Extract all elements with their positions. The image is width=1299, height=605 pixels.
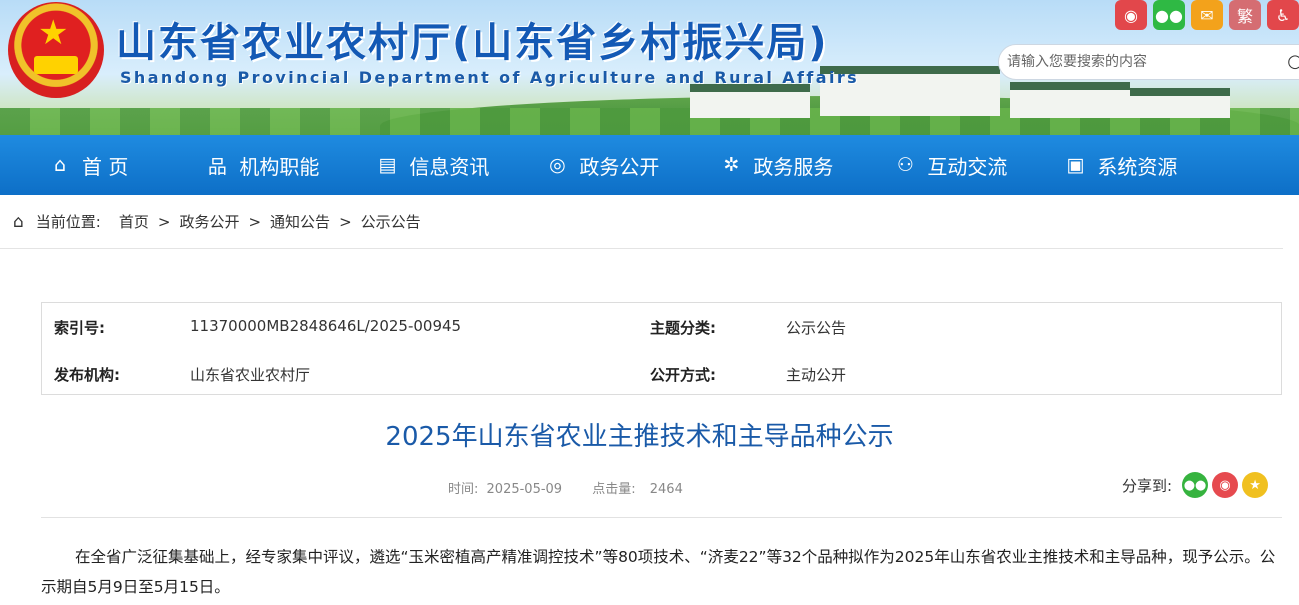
nav-item-resources[interactable]: ▣ 系统资源 [1063,135,1177,195]
disclosure-mode-label: 公开方式: [650,366,716,384]
search-box: ○ [998,44,1299,80]
share-label: 分享到: [1122,476,1173,495]
nav-label: 系统资源 [1097,154,1178,179]
document-meta-table: 索引号: 11370000MB2848646L/2025-00945 主题分类:… [41,302,1282,395]
wechat-icon[interactable]: ●● [1153,0,1185,30]
disclosure-icon: ◎ [549,154,566,176]
accessibility-icon[interactable]: ♿ [1267,0,1299,30]
banner-building [1010,82,1130,118]
header-banner: ★ 山东省农业农村厅(山东省乡村振兴局) Shandong Provincial… [0,0,1299,135]
topic-value: 公示公告 [786,319,847,337]
site-title[interactable]: 山东省农业农村厅(山东省乡村振兴局) [116,10,829,68]
news-icon: ▤ [378,154,397,176]
nav-item-home[interactable]: ⌂ 首 页 [48,135,128,195]
banner-building [690,84,810,118]
breadcrumb-announcements[interactable]: 公示公告 [361,211,421,232]
favorite-star-icon[interactable]: ★ [1242,472,1269,498]
nav-label: 首 页 [82,154,129,179]
nav-item-services[interactable]: ✲ 政务服务 [719,135,833,195]
publisher-value: 山东省农业农村厅 [190,366,311,384]
weibo-icon[interactable]: ◉ [1115,0,1147,30]
publisher-label: 发布机构: [54,366,120,384]
nav-item-organization[interactable]: 品 机构职能 [205,135,320,195]
national-emblem-icon: ★ [8,2,104,98]
wechat-icon[interactable]: ●● [1182,472,1209,498]
nav-item-interaction[interactable]: ⚇ 互动交流 [893,135,1008,195]
nav-item-news[interactable]: ▤ 信息资讯 [375,135,489,195]
mail-icon[interactable]: ✉ [1191,0,1223,30]
nav-label: 互动交流 [927,154,1008,179]
nav-label: 信息资讯 [409,154,490,179]
traditional-chinese-button[interactable]: 繁 [1229,0,1261,30]
breadcrumb-public-affairs[interactable]: 政务公开 [179,211,239,232]
services-icon: ✲ [723,154,740,176]
breadcrumb-home[interactable]: 首页 [119,211,149,232]
resources-icon: ▣ [1066,154,1085,176]
breadcrumb-separator: > [157,212,171,231]
search-input[interactable] [999,45,1279,79]
main-nav: ⌂ 首 页 品 机构职能 ▤ 信息资讯 ◎ 政务公开 ✲ 政务服务 ⚇ 互动交流… [0,135,1299,195]
time-label: 时间: [448,482,479,497]
hit-count: 2464 [649,482,683,497]
article-info: 时间: 2025-05-09 点击量: 2464 [448,478,687,497]
site-subtitle: Shandong Provincial Department of Agricu… [120,68,860,87]
index-number-label: 索引号: [54,319,105,337]
nav-label: 政务服务 [753,154,834,179]
share-bar: 分享到: ●● ◉ ★ [1122,472,1269,498]
breadcrumb: ⌂ 当前位置: 首页 > 政务公开 > 通知公告 > 公示公告 [0,195,1283,249]
hits-label: 点击量: [592,482,636,497]
disclosure-mode-value: 主动公开 [786,366,847,384]
breadcrumb-notices[interactable]: 通知公告 [270,211,330,232]
divider [41,517,1282,518]
banner-building [1130,88,1230,118]
nav-item-public-affairs[interactable]: ◎ 政务公开 [545,135,659,195]
topic-label: 主题分类: [650,319,716,337]
home-icon: ⌂ [13,211,24,232]
interaction-icon: ⚇ [896,154,914,176]
nav-label: 政务公开 [579,154,660,179]
index-number-value: 11370000MB2848646L/2025-00945 [190,317,462,335]
weibo-icon[interactable]: ◉ [1212,472,1239,498]
search-icon[interactable]: ○ [1287,51,1299,72]
article-title: 2025年山东省农业主推技术和主导品种公示 [385,422,894,452]
publish-time: 2025-05-09 [486,482,563,497]
breadcrumb-separator: > [339,212,352,231]
breadcrumb-separator: > [248,212,262,231]
social-links: ◉ ●● ✉ 繁 ♿ [1115,0,1299,30]
nav-label: 机构职能 [239,154,320,179]
breadcrumb-label: 当前位置: [35,213,101,231]
article-body: 在全省广泛征集基础上，经专家集中评议，遴选“玉米密植高产精准调控技术”等80项技… [41,548,1276,596]
org-icon: 品 [207,155,227,178]
home-icon: ⌂ [53,154,67,176]
